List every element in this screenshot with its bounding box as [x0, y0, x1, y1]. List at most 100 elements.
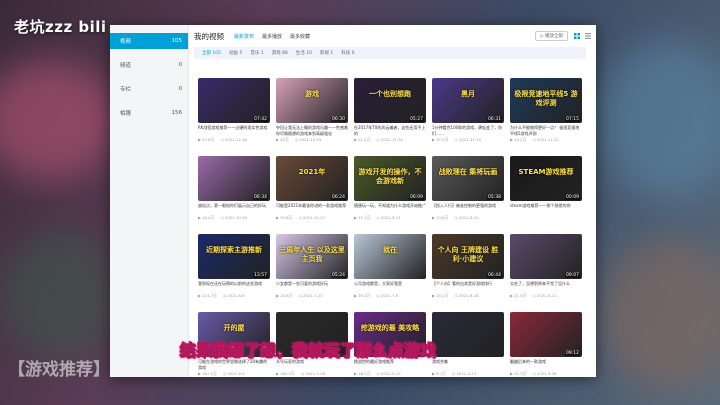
video-title[interactable]: 在2017年TX的风云编者，这些还用不上的 [354, 125, 426, 137]
video-title[interactable]: 少女都是一些可爱的游戏好玩 [276, 281, 348, 293]
thumbnail-caption: 开的屋 [223, 324, 245, 332]
view-count: ▶ 35.8万 [276, 215, 293, 220]
video-duration: 09:07 [565, 273, 580, 278]
video-meta: ▶ 160.2万 ◷ 2021-5-26 [276, 371, 348, 377]
video-meta: ▶ 15.1万 ◷ 2021-9-17 [354, 215, 426, 221]
video-thumbnail[interactable]: 极限竞速地平线5 游戏评测 07:15 [510, 78, 582, 123]
thumbnail-caption: STEAM游戏推荐 [518, 168, 574, 176]
view-count: ▶ 21.5万 [510, 293, 527, 298]
upload-date: ◷ 2021-11-12 [532, 137, 559, 142]
video-card[interactable]: 游戏合集 ▶ 6.7万 ◷ 2021-4-23 [432, 312, 504, 377]
filter-life[interactable]: 生活 10 [296, 50, 312, 56]
upload-date: ◷ 2021-11-30 [376, 137, 403, 142]
video-thumbnail[interactable]: 就在 [354, 234, 426, 279]
video-thumbnail[interactable] [432, 312, 504, 357]
video-thumbnail[interactable]: 游戏开发的操作，不会游戏新 06:09 [354, 156, 426, 201]
video-title[interactable]: 【投入人行】被谁控制的更强的游戏 [432, 203, 504, 215]
tab-most-played[interactable]: 最多播放 [262, 33, 282, 40]
view-count: ▶ 16.4万 [198, 215, 215, 220]
video-card[interactable]: 近期探索主游推新 13:57 我到现在还在玩啊的以前的这些游戏 ▶ 114.7万 ◷ 2… [198, 234, 270, 299]
video-card[interactable]: 2021年 06:24 可能是2021年最该你进的一款游戏推荐 ▶ 35.8万 ◷ 20… [276, 156, 348, 221]
video-title[interactable]: 我到现在还在玩啊的以前的这些游戏 [198, 281, 270, 293]
video-card[interactable]: 极限竞速地平线5 游戏评测 07:15 为什么不能做得更好一点？ 极限竞速地平线5游… [510, 78, 582, 143]
view-count: ▶ 167.2万 [198, 371, 217, 376]
video-title[interactable]: 翻越后来的一款游戏 [510, 359, 582, 371]
thumbnail-caption: 战败理在 集将玩画 [438, 168, 498, 176]
video-card[interactable]: 06:34 放松点，第一眼给你们展示自己的好玩 ▶ 16.4万 ◷ 2021-10-2… [198, 156, 270, 221]
video-thumbnail[interactable]: 2021年 06:24 [276, 156, 348, 201]
video-thumbnail[interactable]: 09:12 [510, 312, 582, 357]
video-card[interactable]: 就在 公司游戏都是，大家好我是 ▶ 29.2万 ◷ 2021-7-9 [354, 234, 426, 299]
video-title[interactable]: 游戏合集 [432, 359, 504, 371]
video-thumbnail[interactable]: 一个也别想跑 05:27 [354, 78, 426, 123]
video-card[interactable]: 三周年人生 以及这里 主页我 05:24 少女都是一些可爱的游戏好玩 ▶ 25.8万 ◷… [276, 234, 348, 299]
filter-animation[interactable]: 动画 5 [229, 50, 242, 56]
video-card[interactable]: 一个也别想跑 05:27 在2017年TX的风云编者，这些还用不上的 ▶ 21.2万 ◷… [354, 78, 426, 143]
video-title[interactable]: 可能是2021年最该你进的一款游戏推荐 [276, 203, 348, 215]
video-card[interactable]: 黑月 06:31 1分钟看完100款的游戏，耕耘变了，你们…… ▶ 37.4万 ◷ 20… [432, 78, 504, 143]
upload-date: ◷ 2021-6-11 [532, 293, 557, 298]
video-thumbnail[interactable]: 06:34 [198, 156, 270, 201]
thumbnail-caption: 黑月 [461, 90, 475, 98]
video-title[interactable]: 随便玩一玩，不知道为什么游戏开始推广 [354, 203, 426, 215]
video-card[interactable]: 游戏开发的操作，不会游戏新 06:09 随便玩一玩，不知道为什么游戏开始推广 ▶ 15… [354, 156, 426, 221]
filter-game[interactable]: 游戏 88 [272, 50, 288, 56]
upload-date: ◷ 2021-10-12 [298, 215, 325, 220]
upload-date: ◷ 2021-3-26 [532, 371, 557, 376]
video-card[interactable]: 09:07 太吃了，没想到原来不完了没什么 ▶ 21.5万 ◷ 2021-6-11 [510, 234, 582, 299]
video-card[interactable]: 07:42 RK战役游戏推荐——过硬的现实性游戏 ▶ 37.6万 ◷ 2021-12-… [198, 78, 270, 143]
video-title[interactable]: 太吃了，没想到原来不完了没什么 [510, 281, 582, 293]
video-title[interactable]: 公司游戏都是，大家好我是 [354, 281, 426, 293]
tab-most-favorited[interactable]: 最多收藏 [290, 33, 310, 40]
sidebar: 视频 105 频道 0 专栏 0 相簿 156 [110, 25, 189, 377]
filter-music[interactable]: 音乐 1 [250, 50, 263, 56]
sidebar-item-label: 视频 [120, 39, 132, 45]
grid-view-icon[interactable] [574, 33, 580, 39]
video-thumbnail[interactable]: 黑月 06:31 [432, 78, 504, 123]
play-all-button[interactable]: ▷ 播放全部 [535, 31, 568, 41]
upload-date: ◷ 2021-6-5 [222, 371, 245, 376]
view-count: ▶ 15.2万 [510, 137, 527, 142]
video-card[interactable]: 个人向 王牌建设 胜利·小建议 06:44 【个人向】看的出其是好游戏排行 ▶ 19.… [432, 234, 504, 299]
video-title[interactable]: 1分钟看完100款的游戏，耕耘变了，你们…… [432, 125, 504, 137]
video-duration: 07:15 [565, 117, 580, 122]
video-title[interactable]: 为什么不能做得更好一点？ 极限竞速地平线5游戏评测 [510, 125, 582, 137]
video-thumbnail[interactable]: 战败理在 集将玩画 05:38 [432, 156, 504, 201]
video-duration: 09:12 [565, 351, 580, 356]
sidebar-item-channels[interactable]: 频道 0 [110, 57, 188, 73]
video-thumbnail[interactable]: STEAM游戏推荐 00:09 [510, 156, 582, 201]
video-card[interactable]: 09:12 翻越后来的一款游戏 ▶ 21.3万 ◷ 2021-3-26 [510, 312, 582, 377]
filter-all[interactable]: 全部 105 [202, 50, 221, 56]
sidebar-item-count: 0 [178, 86, 183, 92]
filter-film[interactable]: 影视 1 [320, 50, 333, 56]
view-count: ▶ 29.2万 [354, 293, 371, 298]
video-thumbnail[interactable]: 个人向 王牌建设 胜利·小建议 06:44 [432, 234, 504, 279]
video-title[interactable]: 放松点，第一眼给你们展示自己的好玩 [198, 203, 270, 215]
video-thumbnail[interactable]: 游戏 06:30 [276, 78, 348, 123]
video-thumbnail[interactable]: 07:42 [198, 78, 270, 123]
video-title[interactable]: 夺回让我无法上瘾的游戏乐趣——性感着你尽情随想的游戏来到高级强化 [276, 125, 348, 137]
tab-latest[interactable]: 最新发布 [234, 33, 254, 40]
video-duration: 06:30 [331, 117, 346, 122]
sidebar-item-albums[interactable]: 相簿 156 [110, 105, 188, 121]
thumbnail-caption: 一个也别想跑 [369, 90, 411, 98]
video-card[interactable]: STEAM游戏推荐 00:09 steam游戏推荐——那个熟悉的你 [510, 156, 582, 215]
video-title[interactable]: 【个人向】看的出其是好游戏排行 [432, 281, 504, 293]
thumbnail-caption: 游戏 [305, 90, 319, 98]
video-title[interactable]: steam游戏推荐——那个熟悉的你 [510, 203, 582, 215]
list-view-icon[interactable] [585, 33, 591, 39]
video-thumbnail[interactable]: 近期探索主游推新 13:57 [198, 234, 270, 279]
sidebar-item-count: 156 [171, 110, 183, 116]
video-thumbnail[interactable]: 三周年人生 以及这里 主页我 05:24 [276, 234, 348, 279]
view-count: ▶ 42万 [276, 137, 289, 142]
sidebar-item-articles[interactable]: 专栏 0 [110, 81, 188, 97]
view-count: ▶ 19.2万 [432, 293, 449, 298]
video-card[interactable]: 游戏 06:30 夺回让我无法上瘾的游戏乐趣——性感着你尽情随想的游戏来到高级强化 ▶… [276, 78, 348, 143]
video-meta: ▶ 13.6万 ◷ 2021-8-21 [432, 215, 504, 221]
video-duration: 07:42 [253, 117, 268, 122]
video-title[interactable]: RK战役游戏推荐——过硬的现实性游戏 [198, 125, 270, 137]
sidebar-item-videos[interactable]: 视频 105 [110, 33, 188, 49]
filter-tech[interactable]: 科技 0 [341, 50, 354, 56]
video-card[interactable]: 战败理在 集将玩画 05:38 【投入人行】被谁控制的更强的游戏 ▶ 13.6万 ◷ 2… [432, 156, 504, 221]
video-thumbnail[interactable]: 09:07 [510, 234, 582, 279]
